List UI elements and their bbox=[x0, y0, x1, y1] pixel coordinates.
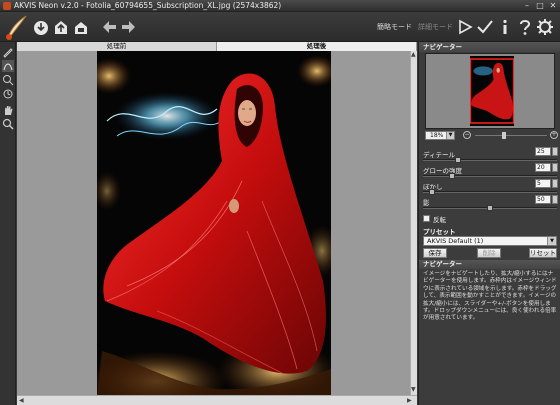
save-icon[interactable] bbox=[52, 18, 70, 36]
spinner-icon[interactable] bbox=[552, 195, 558, 204]
undo-icon[interactable] bbox=[100, 18, 118, 36]
param-value-field[interactable]: 20 bbox=[535, 163, 551, 172]
zoom-slider-thumb[interactable] bbox=[502, 132, 507, 139]
hand-tool-icon[interactable] bbox=[2, 104, 14, 116]
scroll-up-icon[interactable]: ▲ bbox=[411, 51, 416, 58]
minimize-button[interactable]: – bbox=[520, 1, 534, 11]
advanced-mode-button[interactable]: 詳細モード bbox=[418, 22, 453, 32]
navigator-header: ナビゲーター bbox=[419, 42, 560, 52]
horizontal-scrollbar[interactable]: ◀ ▶ bbox=[17, 395, 417, 405]
apply-icon[interactable] bbox=[476, 18, 494, 36]
brush-tool-icon[interactable] bbox=[2, 46, 14, 58]
preset-selected: AKVIS Default (1) bbox=[427, 237, 484, 245]
param-slider[interactable] bbox=[423, 205, 557, 211]
history-brush-tool-icon[interactable] bbox=[2, 88, 14, 100]
express-mode-button[interactable]: 簡略モード bbox=[377, 22, 412, 32]
eraser-tool-icon[interactable] bbox=[2, 74, 14, 86]
logo-icon bbox=[6, 15, 27, 40]
print-icon[interactable] bbox=[72, 18, 90, 36]
open-icon[interactable] bbox=[32, 18, 50, 36]
param-value-field[interactable]: 5 bbox=[535, 179, 551, 188]
zoom-out-icon[interactable]: − bbox=[463, 131, 471, 139]
title-bar: AKVIS Neon v.2.0 - Fotolia_60794655_Subs… bbox=[0, 0, 560, 12]
zoom-controls: 18% ▼ − + bbox=[419, 130, 560, 142]
presets-title: プリセット bbox=[423, 228, 456, 236]
param-value-field[interactable]: 25 bbox=[535, 147, 551, 156]
settings-panel: ナビゲーター 18% ▼ − + ディテール 25 グローの強度 20 ぼかし … bbox=[418, 42, 560, 405]
close-button[interactable]: ✕ bbox=[546, 1, 560, 11]
neon-red-hood-artwork bbox=[97, 51, 331, 395]
help-icon[interactable] bbox=[516, 18, 534, 36]
param-label: グローの強度 bbox=[423, 167, 462, 175]
preset-select[interactable]: AKVIS Default (1) ▼ bbox=[423, 236, 557, 246]
app-icon bbox=[3, 2, 11, 10]
invert-checkbox[interactable] bbox=[423, 215, 430, 222]
invert-label: 反転 bbox=[433, 216, 446, 224]
spinner-icon[interactable] bbox=[552, 179, 558, 188]
hint-header: ナビゲーター bbox=[419, 260, 560, 269]
scroll-right-icon[interactable]: ▶ bbox=[407, 397, 412, 404]
param-slider-thumb[interactable] bbox=[487, 205, 493, 211]
param-label: ディテール bbox=[423, 151, 456, 159]
param-label: 影 bbox=[423, 199, 430, 207]
hint-text: イメージをナビゲートしたり、拡大/縮小するにはナビゲーターを使用します。赤枠内は… bbox=[423, 271, 557, 322]
info-icon[interactable] bbox=[496, 18, 514, 36]
run-icon[interactable] bbox=[456, 18, 474, 36]
redo-icon[interactable] bbox=[120, 18, 138, 36]
settings-icon[interactable] bbox=[536, 18, 554, 36]
toolbar: 簡略モード 詳細モード bbox=[0, 12, 560, 42]
view-tabs: 処理前 処理後 bbox=[17, 42, 417, 51]
zoom-value: 18% bbox=[430, 132, 444, 139]
tools-panel bbox=[0, 42, 16, 405]
result-image[interactable] bbox=[97, 51, 331, 395]
tab-before[interactable]: 処理前 bbox=[17, 42, 217, 51]
tab-after[interactable]: 処理後 bbox=[217, 42, 417, 51]
navigator-thumbnail[interactable] bbox=[470, 56, 514, 126]
scroll-down-icon[interactable]: ▼ bbox=[411, 386, 416, 393]
zoom-slider[interactable] bbox=[475, 132, 547, 139]
param-slider[interactable] bbox=[423, 189, 557, 195]
spinner-icon[interactable] bbox=[552, 147, 558, 156]
reset-button[interactable]: リセット bbox=[529, 248, 557, 258]
zoom-tool-icon[interactable] bbox=[2, 118, 14, 130]
zoom-select[interactable]: 18% ▼ bbox=[425, 131, 455, 140]
thumbnail-artwork bbox=[470, 58, 514, 124]
neon-brush-tool-icon[interactable] bbox=[2, 60, 14, 72]
navigator-preview[interactable] bbox=[425, 53, 555, 129]
param-shadow: 影 50 bbox=[419, 194, 560, 212]
param-slider[interactable] bbox=[423, 173, 557, 179]
spinner-icon[interactable] bbox=[552, 163, 558, 172]
chevron-down-icon[interactable]: ▼ bbox=[446, 132, 454, 139]
maximize-button[interactable]: □ bbox=[533, 1, 547, 11]
zoom-in-icon[interactable]: + bbox=[550, 131, 558, 139]
window-title: AKVIS Neon v.2.0 - Fotolia_60794655_Subs… bbox=[14, 1, 282, 10]
vertical-scrollbar[interactable]: ▲ ▼ bbox=[410, 51, 417, 395]
chevron-down-icon[interactable]: ▼ bbox=[547, 237, 556, 245]
param-value-field[interactable]: 50 bbox=[535, 195, 551, 204]
param-slider[interactable] bbox=[423, 157, 557, 163]
save-preset-button[interactable]: 保存 bbox=[423, 248, 447, 258]
scroll-left-icon[interactable]: ◀ bbox=[19, 397, 24, 404]
delete-preset-button[interactable]: 削除 bbox=[477, 248, 501, 258]
